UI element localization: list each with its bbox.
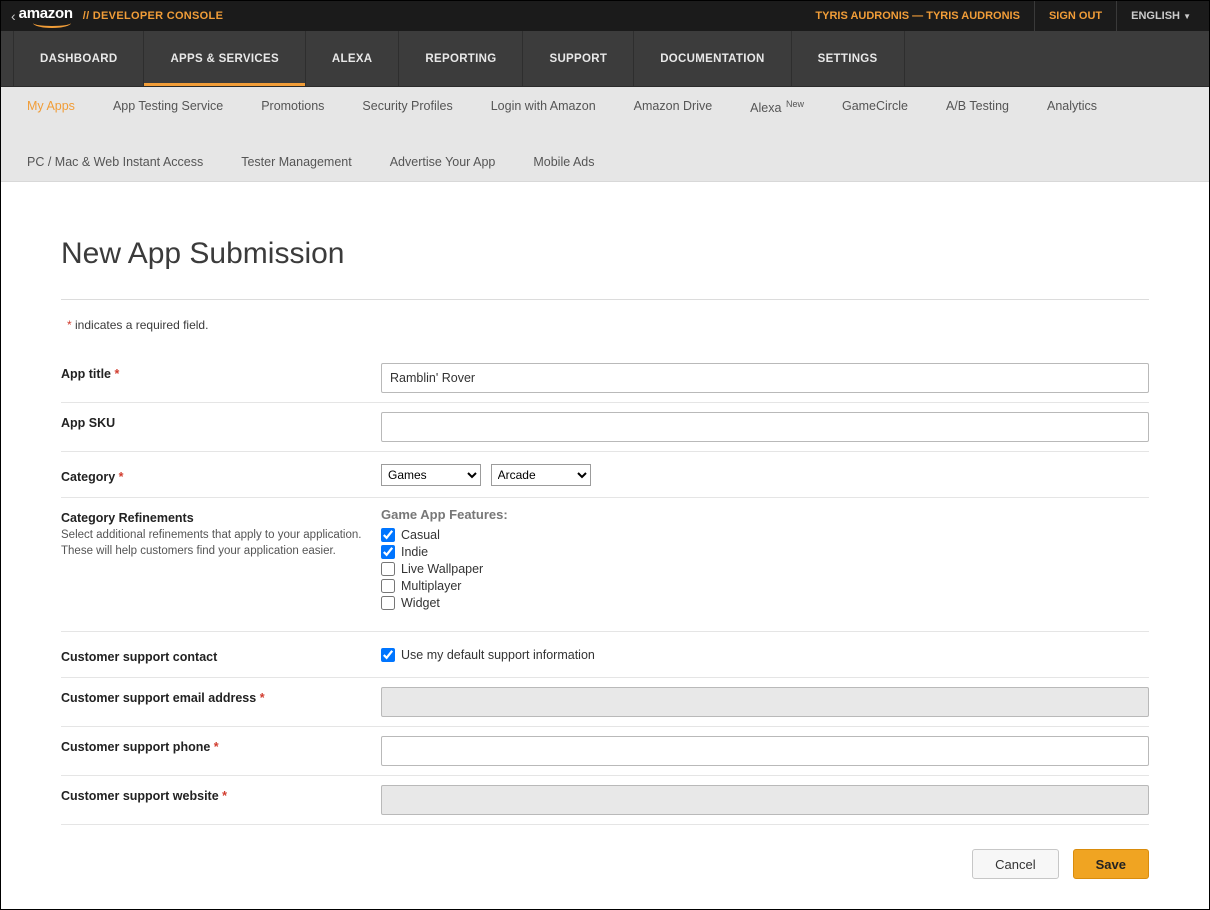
feature-label: Widget: [401, 596, 440, 610]
required-star: *: [119, 470, 124, 484]
sub-nav-promotions[interactable]: Promotions: [261, 99, 324, 115]
label-support-email: Customer support email address *: [61, 687, 381, 705]
category-select-secondary[interactable]: Arcade: [491, 464, 591, 486]
sub-nav-app-testing-service[interactable]: App Testing Service: [113, 99, 223, 115]
row-category: Category * Games Arcade: [61, 452, 1149, 498]
sub-nav-mobile-ads[interactable]: Mobile Ads: [533, 155, 594, 169]
label-category: Category *: [61, 466, 381, 484]
row-support-phone: Customer support phone *: [61, 727, 1149, 776]
main-nav-tab-dashboard[interactable]: DASHBOARD: [13, 31, 144, 86]
sub-nav-advertise-your-app[interactable]: Advertise Your App: [390, 155, 496, 169]
label-app-sku: App SKU: [61, 412, 381, 430]
row-app-title: App title *: [61, 354, 1149, 403]
user-name[interactable]: TYRIS AUDRONIS — TYRIS AUDRONIS: [801, 10, 1034, 22]
label-support-website: Customer support website *: [61, 785, 381, 803]
page-title: New App Submission: [61, 237, 1149, 271]
required-star: *: [260, 691, 265, 705]
button-row: Cancel Save: [61, 825, 1149, 889]
main-nav-tab-support[interactable]: SUPPORT: [523, 31, 634, 86]
divider: [61, 299, 1149, 300]
required-star: *: [114, 367, 119, 381]
default-support-checkbox-input[interactable]: [381, 648, 395, 662]
row-support-email: Customer support email address *: [61, 678, 1149, 727]
cancel-button[interactable]: Cancel: [972, 849, 1058, 879]
caret-down-icon: ▼: [1183, 12, 1191, 21]
row-refinements: Category Refinements Select additional r…: [61, 498, 1149, 632]
required-note: * indicates a required field.: [67, 318, 1149, 332]
language-label: ENGLISH: [1131, 10, 1180, 22]
sub-nav-a-b-testing[interactable]: A/B Testing: [946, 99, 1009, 115]
app-title-input[interactable]: [381, 363, 1149, 393]
sub-nav-security-profiles[interactable]: Security Profiles: [362, 99, 452, 115]
sign-out-link[interactable]: SIGN OUT: [1035, 10, 1116, 22]
sub-nav-alexa[interactable]: Alexa New: [750, 99, 804, 115]
main-nav-tab-settings[interactable]: SETTINGS: [792, 31, 905, 86]
sub-nav-pc-mac-web-instant-access[interactable]: PC / Mac & Web Instant Access: [27, 155, 203, 169]
sub-nav: My Apps App Testing Service Promotions Secu…: [1, 87, 1209, 182]
language-selector[interactable]: ENGLISH ▼: [1117, 10, 1199, 22]
feature-indie[interactable]: Indie: [381, 545, 1149, 559]
sub-nav-amazon-drive[interactable]: Amazon Drive: [634, 99, 713, 115]
console-label: // DEVELOPER CONSOLE: [83, 10, 223, 22]
features-title: Game App Features:: [381, 507, 1149, 522]
features-list: Casual Indie Live Wallpaper Multiplayer Widg…: [381, 528, 1149, 610]
category-select-primary[interactable]: Games: [381, 464, 481, 486]
row-support-website: Customer support website *: [61, 776, 1149, 825]
save-button[interactable]: Save: [1073, 849, 1149, 879]
main-nav-tab-reporting[interactable]: REPORTING: [399, 31, 523, 86]
top-bar: ‹ amazon // DEVELOPER CONSOLE TYRIS AUDR…: [1, 1, 1209, 31]
default-support-label: Use my default support information: [401, 648, 595, 662]
feature-label: Casual: [401, 528, 440, 542]
default-support-checkbox[interactable]: Use my default support information: [381, 648, 1149, 662]
required-note-text: indicates a required field.: [75, 318, 208, 332]
feature-checkbox[interactable]: [381, 562, 395, 576]
sub-nav-my-apps[interactable]: My Apps: [27, 99, 75, 115]
top-right: TYRIS AUDRONIS — TYRIS AUDRONIS SIGN OUT…: [801, 1, 1199, 31]
main-nav: DASHBOARDAPPS & SERVICESALEXAREPORTINGSU…: [1, 31, 1209, 87]
required-star: *: [222, 789, 227, 803]
support-email-input: [381, 687, 1149, 717]
feature-label: Multiplayer: [401, 579, 461, 593]
feature-checkbox[interactable]: [381, 528, 395, 542]
row-app-sku: App SKU: [61, 403, 1149, 452]
feature-multiplayer[interactable]: Multiplayer: [381, 579, 1149, 593]
feature-widget[interactable]: Widget: [381, 596, 1149, 610]
support-phone-input[interactable]: [381, 736, 1149, 766]
sub-nav-gamecircle[interactable]: GameCircle: [842, 99, 908, 115]
feature-label: Indie: [401, 545, 428, 559]
amazon-smile-icon: [19, 22, 73, 28]
label-refinements: Category Refinements Select additional r…: [61, 507, 381, 559]
label-app-title: App title *: [61, 363, 381, 381]
refinements-sub: Select additional refinements that apply…: [61, 528, 381, 559]
label-support-contact: Customer support contact: [61, 646, 381, 664]
feature-checkbox[interactable]: [381, 545, 395, 559]
main-nav-tab-apps-services[interactable]: APPS & SERVICES: [144, 31, 305, 86]
content: New App Submission * indicates a require…: [1, 182, 1209, 909]
back-chevron-icon[interactable]: ‹: [11, 8, 16, 24]
feature-casual[interactable]: Casual: [381, 528, 1149, 542]
feature-label: Live Wallpaper: [401, 562, 483, 576]
required-star: *: [214, 740, 219, 754]
support-website-input: [381, 785, 1149, 815]
row-support-contact: Customer support contact Use my default …: [61, 632, 1149, 678]
main-nav-tab-alexa[interactable]: ALEXA: [306, 31, 399, 86]
label-support-phone: Customer support phone *: [61, 736, 381, 754]
main-nav-tab-documentation[interactable]: DOCUMENTATION: [634, 31, 791, 86]
app-sku-input[interactable]: [381, 412, 1149, 442]
asterisk-icon: *: [67, 318, 72, 332]
sub-nav-login-with-amazon[interactable]: Login with Amazon: [491, 99, 596, 115]
sub-nav-analytics[interactable]: Analytics: [1047, 99, 1097, 115]
feature-checkbox[interactable]: [381, 596, 395, 610]
feature-live-wallpaper[interactable]: Live Wallpaper: [381, 562, 1149, 576]
feature-checkbox[interactable]: [381, 579, 395, 593]
amazon-logo[interactable]: amazon: [19, 5, 73, 28]
sub-nav-tester-management[interactable]: Tester Management: [241, 155, 351, 169]
